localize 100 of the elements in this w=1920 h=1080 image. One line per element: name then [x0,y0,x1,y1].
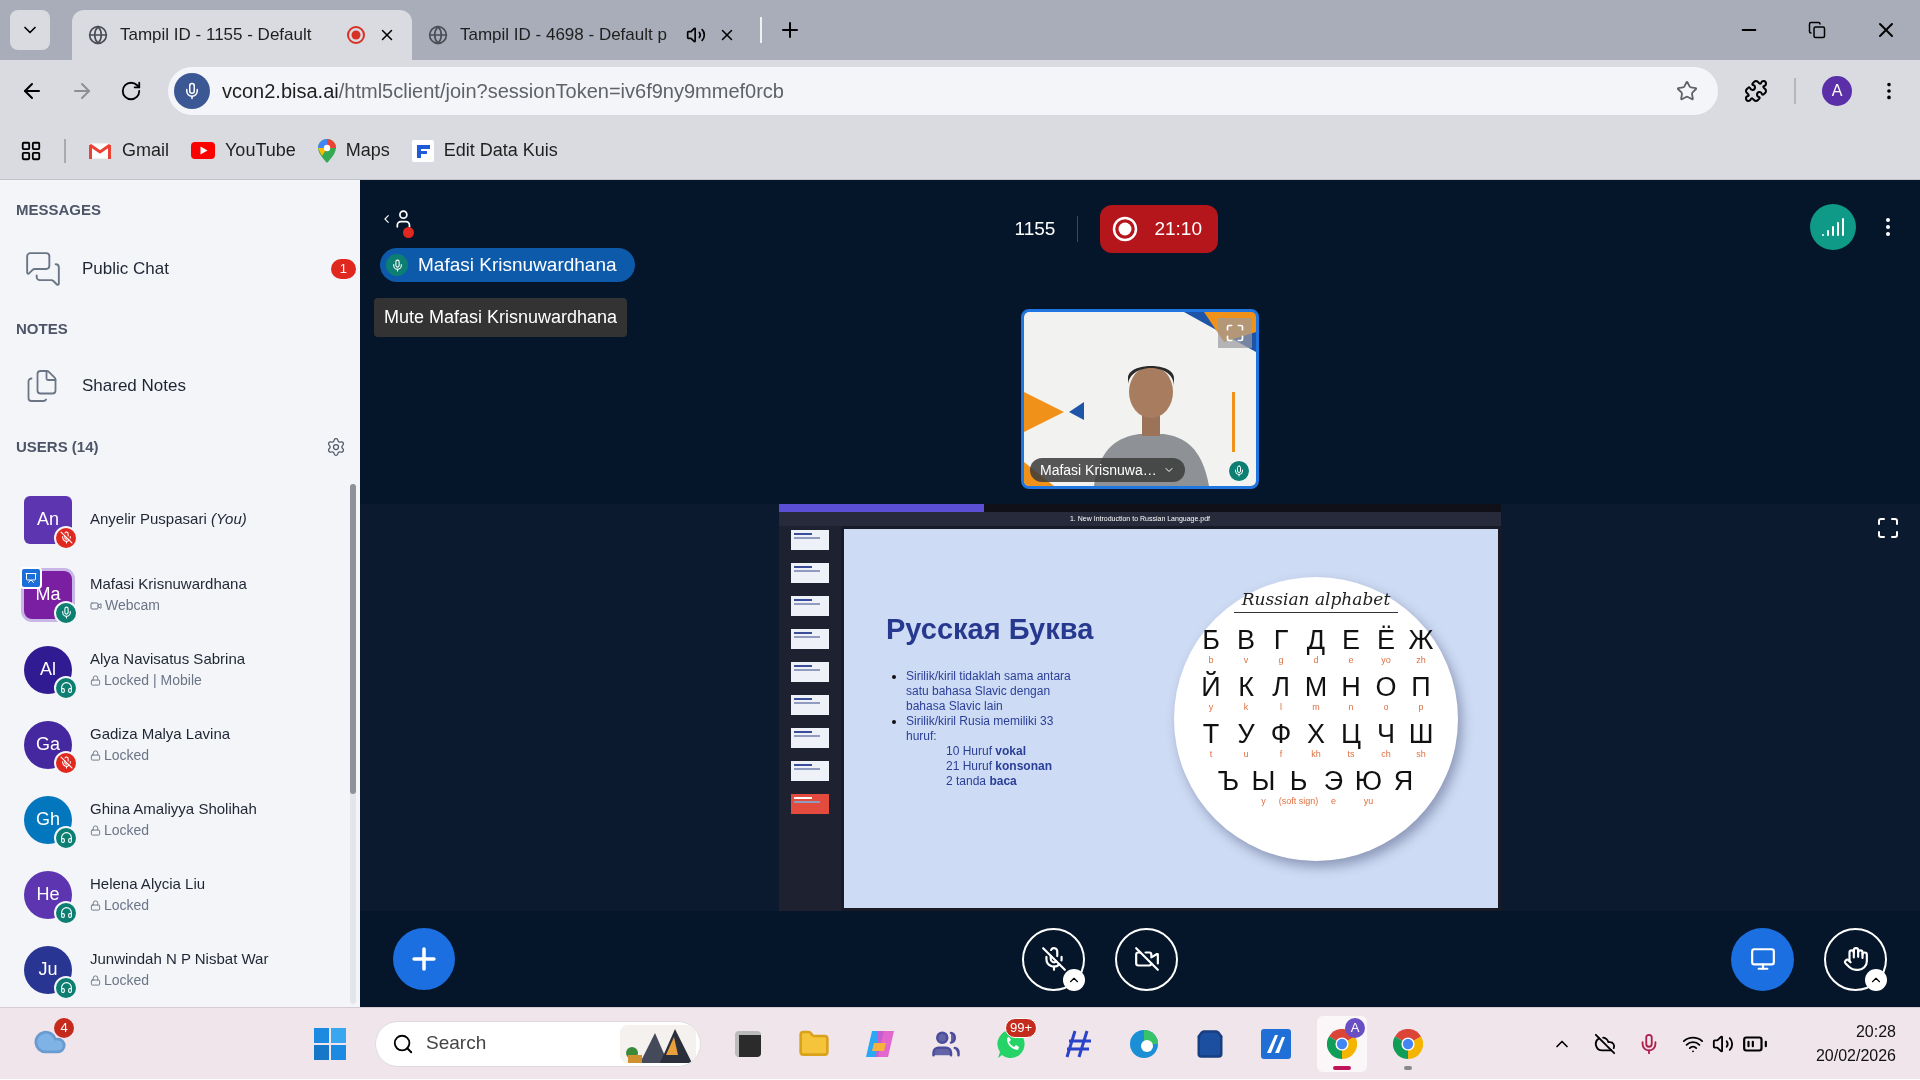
bookmark[interactable]: Maps [317,132,390,169]
shared-notes-item[interactable]: Shared Notes [0,352,360,420]
address-bar[interactable]: vcon2.bisa.ai/html5client/join?sessionToken=iv6f9ny9mmef0rcb [168,67,1718,115]
camera-button[interactable] [1115,927,1178,991]
transliteration: y [1208,702,1214,713]
user-list-item[interactable]: An Anyelir Puspasari (You) [0,482,360,557]
talking-indicator[interactable]: Mafasi Krisnuwardhana [380,248,635,282]
search-field[interactable]: Search [375,1020,701,1067]
slide-thumbnail[interactable] [791,596,829,616]
transliteration: kh [1311,749,1321,760]
search-icon [392,1032,414,1055]
bookmark-label: YouTube [225,139,296,162]
mail-icon [88,141,112,160]
extensions-icon[interactable] [1744,79,1768,103]
settings-icon[interactable] [326,436,346,457]
slash-icon [1063,1028,1093,1059]
clock[interactable]: 20:28 20/02/2026 [1815,1019,1896,1068]
section-heading: USERS (14) [16,436,99,457]
browser-tab[interactable]: Tampil ID - 1155 - Default [72,10,412,60]
transliteration: f [1279,749,1283,760]
bookmark[interactable]: Gmail [88,132,169,169]
map-pin-icon [317,138,336,163]
transliteration: ch [1381,749,1391,760]
user-status: Locked | Mobile [104,671,202,691]
section-heading: NOTES [15,319,69,340]
caret-icon[interactable] [1063,968,1085,991]
user-list-item[interactable]: Gh Ghina Amaliyya Sholihah Locked [0,782,360,857]
slide-thumbnail[interactable] [791,530,829,550]
slide-thumbnail[interactable] [791,629,829,649]
chrome-icon [1393,1028,1423,1059]
bullet-text: Sirilik/kiril tidaklah sama antara satu bahasa Slavic dengan bahasa Slavic lain [906,669,1072,715]
clock-time: 20:28 [1855,1021,1896,1042]
cyrillic-letter: К [1238,672,1254,702]
muted-mic-icon [1040,946,1067,972]
cyrillic-letter: У [1237,719,1255,749]
reload-icon[interactable] [120,80,142,102]
cyrillic-letter: О [1375,672,1397,702]
slide-thumbnail[interactable] [791,761,829,781]
profile-avatar[interactable]: A [1822,76,1852,106]
apps-grid-icon[interactable] [20,139,42,162]
slide-thumbnail[interactable] [791,695,829,715]
caret-icon[interactable] [1865,968,1887,991]
taskbar-app[interactable]: A [1317,1015,1367,1072]
bookmark[interactable]: Edit Data Kuis [411,132,558,169]
transliteration: v [1243,655,1249,666]
play-icon [191,142,215,159]
transliteration: zh [1416,655,1426,666]
user-name: Anyelir Puspasari (You) [90,509,247,530]
user-list-item[interactable]: Ma Mafasi Krisnuwardhana Webcam [0,557,360,632]
cloud-off-icon[interactable] [1593,1032,1616,1055]
cyrillic-letter: Е [1342,625,1360,655]
user-name: Mafasi Krisnuwardhana [90,573,247,594]
cyrillic-letter: Ф [1270,719,1292,749]
webcam-name-tag[interactable]: Mafasi Krisnuwa… [1030,458,1185,482]
bookmark[interactable]: YouTube [191,132,296,169]
transliteration: yu [1363,796,1374,807]
bookmark-label: Maps [345,139,390,162]
fullscreen-icon[interactable] [1876,516,1900,540]
talker-name: Mafasi Krisnuwardhana [418,252,617,277]
restore-icon[interactable] [1808,21,1826,39]
start-icon[interactable] [313,1026,347,1061]
search-placeholder: Search [426,1031,487,1056]
user-list-item[interactable]: Ju Junwindah N P Nisbat War Locked [0,932,360,1007]
user-list-item[interactable]: He Helena Alycia Liu Locked [0,857,360,932]
user-name: Ghina Amaliyya Sholihah [90,798,257,819]
taskbar-app[interactable]: 99+ [987,1015,1037,1072]
cyrillic-letter: Т [1202,719,1220,749]
cyrillic-letter: Й [1201,672,1221,702]
cyrillic-letter: М [1304,672,1328,702]
cyrillic-letter: Х [1307,719,1325,749]
tab-title: Tampil ID - 4698 - Default p [460,24,668,47]
user-list-item[interactable]: Ga Gadiza Malya Lavina Locked [0,707,360,782]
user-list-item[interactable]: Al Alya Navisatus Sabrina Locked | Mobile [0,632,360,707]
user-avatar: Gh [24,795,72,844]
cyrillic-letter: Ы [1251,766,1276,796]
cyrillic-letter: Н [1341,672,1361,702]
raise-hand-button[interactable] [1824,927,1887,991]
list-line: 10 Huruf vokal [946,744,1028,760]
scrollbar[interactable] [350,484,356,1004]
mute-button[interactable] [1022,927,1085,991]
transliteration: m [1312,702,1320,713]
slide-thumbnail[interactable] [791,563,829,583]
user-avatar: He [24,870,72,919]
connection-status-icon[interactable] [1810,204,1856,250]
transliteration: k [1243,702,1249,713]
slide-thumbnail[interactable] [791,662,829,682]
alphabet-title: Russian alphabet [1233,586,1399,613]
browser-tab[interactable]: Tampil ID - 4698 - Default p [412,10,752,60]
user-name: Gadiza Malya Lavina [90,723,231,744]
slide-thumbnail[interactable] [791,728,829,748]
cyrillic-letter: Ж [1408,625,1434,655]
logo-icon [411,139,434,162]
recording-button[interactable]: 21:10 [1100,205,1218,253]
task-view-icon [735,1030,761,1057]
user-name: Helena Alycia Liu [90,873,206,894]
slide-thumbnail[interactable] [791,794,829,814]
hand-icon [1842,946,1869,972]
public-chat-item[interactable]: Public Chat 1 [0,235,360,303]
bookmark-star-icon[interactable] [1676,80,1698,102]
user-name: Junwindah N P Nisbat War [90,948,269,969]
